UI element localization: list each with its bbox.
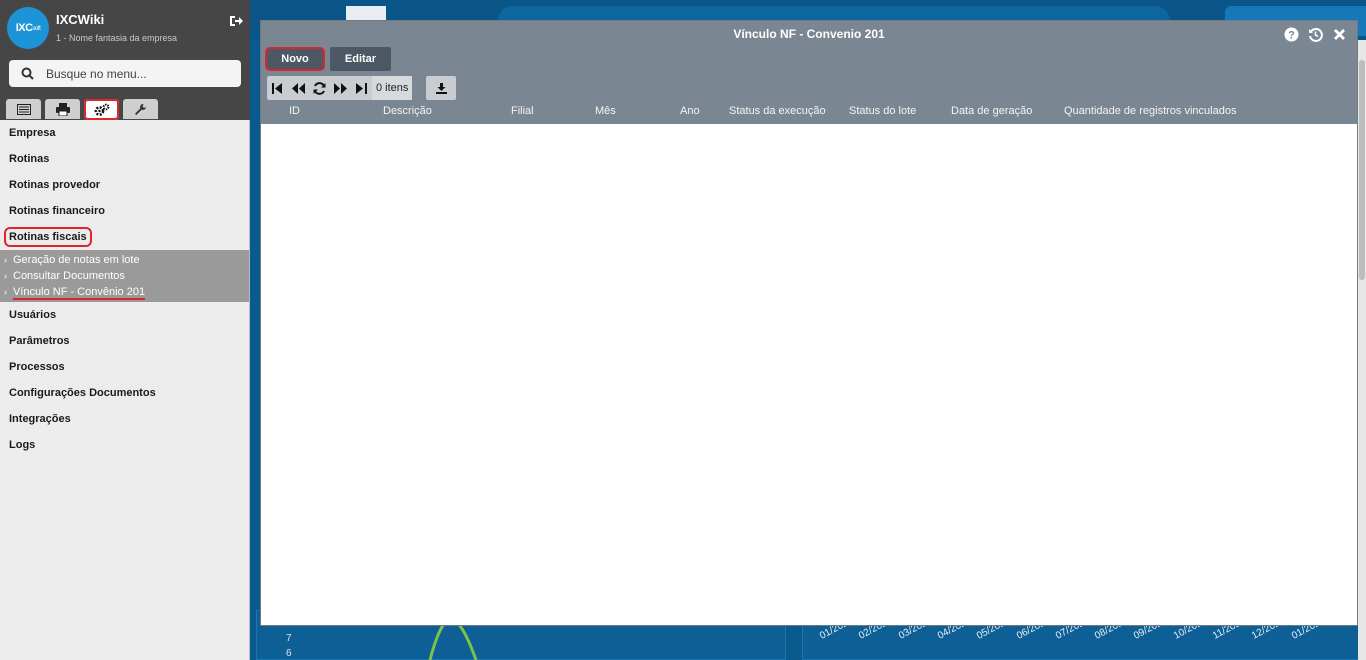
print-icon	[55, 102, 70, 116]
page-scrollbar[interactable]	[1358, 40, 1366, 660]
sidebar-menu: Empresa Rotinas Rotinas provedor Rotinas…	[0, 120, 249, 458]
menu-item-configuracoes-documentos[interactable]: Configurações Documentos	[0, 380, 249, 406]
menu-item-logs[interactable]: Logs	[0, 432, 249, 458]
menu-item-processos[interactable]: Processos	[0, 354, 249, 380]
logout-icon[interactable]	[229, 14, 243, 28]
y-tick: 6	[286, 648, 292, 659]
submenu-item-label: Geração de notas em lote	[13, 254, 140, 266]
chevron-right-icon: ›	[4, 255, 7, 265]
tab-list[interactable]	[6, 99, 41, 119]
help-icon[interactable]: ?	[1283, 26, 1299, 42]
sidebar-tabs	[6, 99, 158, 120]
background-chart-curve	[428, 620, 478, 660]
menu-item-usuarios[interactable]: Usuários	[0, 302, 249, 328]
column-header-descricao[interactable]: Descrição	[383, 105, 432, 117]
column-header-ano[interactable]: Ano	[680, 105, 700, 117]
menu-item-label: Rotinas fiscais	[4, 227, 92, 247]
column-header-status-execucao[interactable]: Status da execução	[729, 105, 826, 117]
pagination-toolbar: 0 itens	[267, 76, 413, 100]
wrench-icon	[135, 103, 146, 115]
menu-item-parametros[interactable]: Parâmetros	[0, 328, 249, 354]
modal-header: Vínculo NF - Convenio 201 ? Novo Editar …	[261, 21, 1357, 124]
last-page-icon[interactable]	[351, 76, 372, 100]
first-page-icon[interactable]	[267, 76, 288, 100]
menu-item-rotinas-financeiro[interactable]: Rotinas financeiro	[0, 198, 249, 224]
menu-search-input[interactable]: Busque no menu...	[9, 60, 241, 87]
grid-column-headers: ID Descrição Filial Mês Ano Status da ex…	[261, 105, 1357, 124]
company-logo[interactable]: IXC soft	[7, 7, 49, 49]
vinculo-nf-modal: Vínculo NF - Convenio 201 ? Novo Editar …	[260, 20, 1358, 626]
list-icon	[16, 103, 31, 115]
modal-title: Vínculo NF - Convenio 201	[733, 27, 885, 41]
menu-item-rotinas-provedor[interactable]: Rotinas provedor	[0, 172, 249, 198]
scrollbar-thumb[interactable]	[1359, 60, 1365, 280]
refresh-icon[interactable]	[309, 76, 330, 100]
search-icon	[21, 67, 34, 80]
novo-button[interactable]: Novo	[265, 47, 325, 71]
submenu-item-vinculo-nf[interactable]: › Vínculo NF - Convênio 201	[0, 284, 249, 300]
editar-button[interactable]: Editar	[330, 47, 391, 71]
grid-body-empty	[261, 124, 1357, 625]
logo-text: IXC	[15, 22, 33, 34]
submenu-item-geracao-notas[interactable]: › Geração de notas em lote	[0, 252, 249, 268]
menu-item-empresa[interactable]: Empresa	[0, 120, 249, 146]
modal-window-controls: ?	[1283, 26, 1347, 42]
download-icon[interactable]	[426, 76, 456, 100]
close-icon[interactable]	[1331, 26, 1347, 42]
items-count: 0 itens	[372, 76, 413, 100]
submenu-rotinas-fiscais: › Geração de notas em lote › Consultar Doc…	[0, 250, 249, 302]
column-header-id[interactable]: ID	[289, 105, 300, 117]
history-icon[interactable]	[1307, 26, 1323, 42]
submenu-item-label: Vínculo NF - Convênio 201	[13, 286, 146, 300]
tab-print[interactable]	[45, 99, 80, 119]
sidebar: IXC soft IXCWiki 1 - Nome fantasia da emp…	[0, 0, 250, 660]
submenu-item-consultar-documentos[interactable]: › Consultar Documentos	[0, 268, 249, 284]
column-header-mes[interactable]: Mês	[595, 105, 616, 117]
chevron-right-icon: ›	[4, 287, 7, 297]
column-header-status-lote[interactable]: Status do lote	[849, 105, 916, 117]
menu-item-rotinas[interactable]: Rotinas	[0, 146, 249, 172]
chevron-right-icon: ›	[4, 271, 7, 281]
column-header-quantidade-registros[interactable]: Quantidade de registros vinculados	[1064, 105, 1236, 117]
company-subtitle: 1 - Nome fantasia da empresa	[56, 33, 178, 43]
company-name: IXCWiki	[56, 12, 105, 27]
next-page-icon[interactable]	[330, 76, 351, 100]
sidebar-header: IXC soft IXCWiki 1 - Nome fantasia da emp…	[0, 0, 250, 120]
menu-item-integracoes[interactable]: Integrações	[0, 406, 249, 432]
tab-settings[interactable]	[84, 99, 119, 120]
search-placeholder: Busque no menu...	[46, 66, 147, 81]
submenu-item-label: Consultar Documentos	[13, 270, 125, 282]
column-header-data-geracao[interactable]: Data de geração	[951, 105, 1032, 117]
logo-sub: soft	[32, 26, 41, 32]
tab-tools[interactable]	[123, 99, 158, 119]
y-tick: 7	[286, 633, 292, 644]
previous-page-icon[interactable]	[288, 76, 309, 100]
column-header-filial[interactable]: Filial	[511, 105, 534, 117]
gears-icon	[94, 103, 109, 116]
svg-text:?: ?	[1288, 29, 1295, 41]
menu-item-rotinas-fiscais[interactable]: Rotinas fiscais	[0, 224, 249, 250]
